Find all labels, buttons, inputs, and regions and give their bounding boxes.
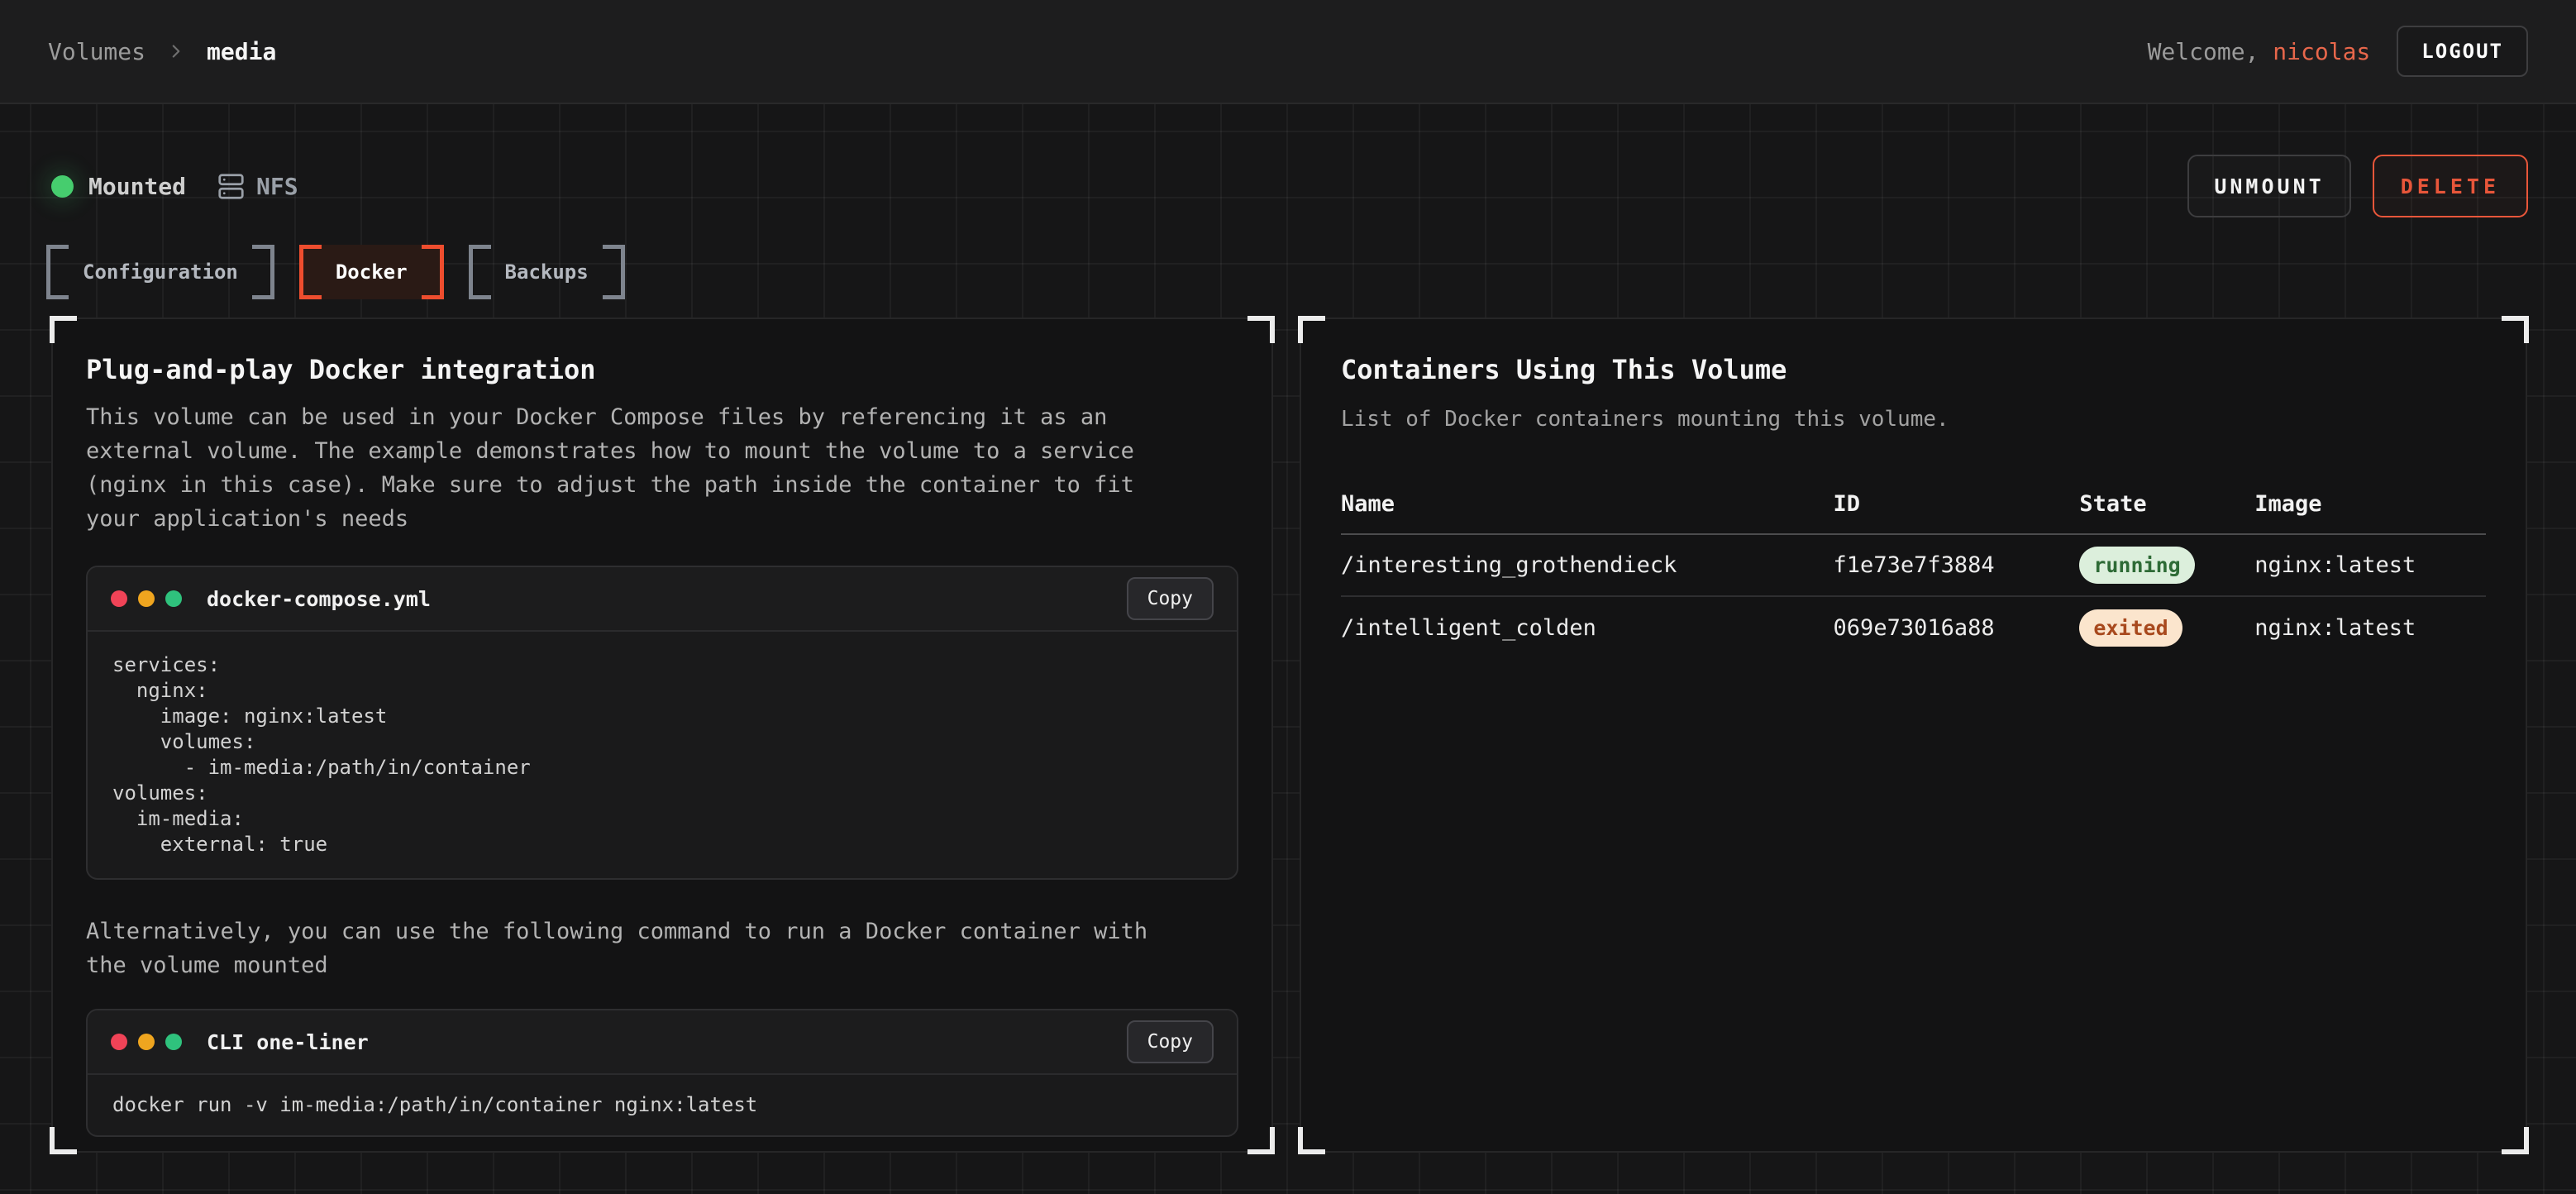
cli-copy-button[interactable]: Copy <box>1127 1020 1214 1063</box>
cli-code-block: CLI one-liner Copy docker run -v im-medi… <box>86 1009 1238 1137</box>
container-image: nginx:latest <box>2254 615 2486 641</box>
container-name: /interesting_grothendieck <box>1341 552 1834 578</box>
window-dots <box>111 590 182 607</box>
welcome-text: Welcome, nicolas <box>2148 38 2371 65</box>
server-icon <box>217 173 245 200</box>
driver-type-label: NFS <box>256 173 298 200</box>
welcome-prefix: Welcome, <box>2148 38 2259 65</box>
column-header-id: ID <box>1834 491 2080 517</box>
containers-panel-subtitle: List of Docker containers mounting this … <box>1341 407 2486 432</box>
docker-integration-panel: Plug-and-play Docker integration This vo… <box>51 318 1273 1153</box>
corner-bracket <box>2502 1127 2529 1154</box>
column-header-image: Image <box>2254 491 2486 517</box>
table-row: /interesting_grothendieck f1e73e7f3884 r… <box>1341 535 2486 597</box>
top-bar: Volumes media Welcome, nicolas LOGOUT <box>0 0 2576 104</box>
username: nicolas <box>2273 38 2370 65</box>
tab-bar: Configuration Docker Backups <box>46 245 625 299</box>
container-id: 069e73016a88 <box>1834 615 2080 641</box>
mounted-status-label: Mounted <box>88 173 186 200</box>
compose-code-content: services: nginx: image: nginx:latest vol… <box>88 632 1237 878</box>
column-header-name: Name <box>1341 491 1834 517</box>
corner-bracket <box>1247 316 1275 343</box>
yellow-dot-icon <box>138 1034 155 1050</box>
app-root: Volumes media Welcome, nicolas LOGOUT Mo… <box>0 0 2576 1194</box>
corner-bracket <box>2502 316 2529 343</box>
compose-filename: docker-compose.yml <box>207 587 431 611</box>
corner-bracket <box>1247 1127 1275 1154</box>
topbar-right: Welcome, nicolas LOGOUT <box>2148 26 2528 77</box>
breadcrumb: Volumes media <box>48 38 276 65</box>
status-badge: exited <box>2079 609 2182 647</box>
compose-code-block: docker-compose.yml Copy services: nginx:… <box>86 566 1238 880</box>
column-header-state: State <box>2079 491 2254 517</box>
container-image: nginx:latest <box>2254 552 2486 578</box>
green-dot-icon <box>165 1034 182 1050</box>
cli-alternative-text: Alternatively, you can use the following… <box>86 915 1238 982</box>
compose-code-header: docker-compose.yml Copy <box>88 567 1237 632</box>
cli-code-header: CLI one-liner Copy <box>88 1010 1237 1075</box>
cli-filename: CLI one-liner <box>207 1030 369 1054</box>
containers-panel-title: Containers Using This Volume <box>1341 354 2486 385</box>
corner-bracket <box>1298 316 1325 343</box>
unmount-button[interactable]: UNMOUNT <box>2187 155 2350 217</box>
corner-bracket <box>50 316 77 343</box>
containers-table-header: Name ID State Image <box>1341 491 2486 535</box>
status-actions-row: Mounted NFS UNMOUNT DELETE <box>51 154 2528 218</box>
table-row: /intelligent_colden 069e73016a88 exited … <box>1341 597 2486 659</box>
breadcrumb-volumes-link[interactable]: Volumes <box>48 38 145 65</box>
cli-code-content: docker run -v im-media:/path/in/containe… <box>88 1075 1237 1135</box>
tab-configuration[interactable]: Configuration <box>46 245 274 299</box>
status-badge: running <box>2079 547 2194 584</box>
tab-docker[interactable]: Docker <box>299 245 444 299</box>
container-state: exited <box>2079 609 2254 647</box>
tab-backups[interactable]: Backups <box>469 245 625 299</box>
corner-bracket <box>1298 1127 1325 1154</box>
green-dot-icon <box>165 590 182 607</box>
logout-button[interactable]: LOGOUT <box>2397 26 2528 77</box>
containers-panel: Containers Using This Volume List of Doc… <box>1300 318 2527 1153</box>
container-state: running <box>2079 547 2254 584</box>
containers-table: Name ID State Image /interesting_grothen… <box>1341 491 2486 659</box>
delete-button[interactable]: DELETE <box>2373 155 2528 217</box>
breadcrumb-current-volume: media <box>207 38 276 65</box>
window-dots <box>111 1034 182 1050</box>
red-dot-icon <box>111 1034 127 1050</box>
docker-panel-description: This volume can be used in your Docker C… <box>86 400 1238 536</box>
volume-driver: NFS <box>217 173 298 200</box>
corner-bracket <box>50 1127 77 1154</box>
red-dot-icon <box>111 590 127 607</box>
container-name: /intelligent_colden <box>1341 615 1834 641</box>
yellow-dot-icon <box>138 590 155 607</box>
chevron-right-icon <box>165 41 187 62</box>
container-id: f1e73e7f3884 <box>1834 552 2080 578</box>
docker-panel-title: Plug-and-play Docker integration <box>86 354 1238 385</box>
mounted-status-dot-icon <box>51 175 74 198</box>
compose-copy-button[interactable]: Copy <box>1127 577 1214 620</box>
